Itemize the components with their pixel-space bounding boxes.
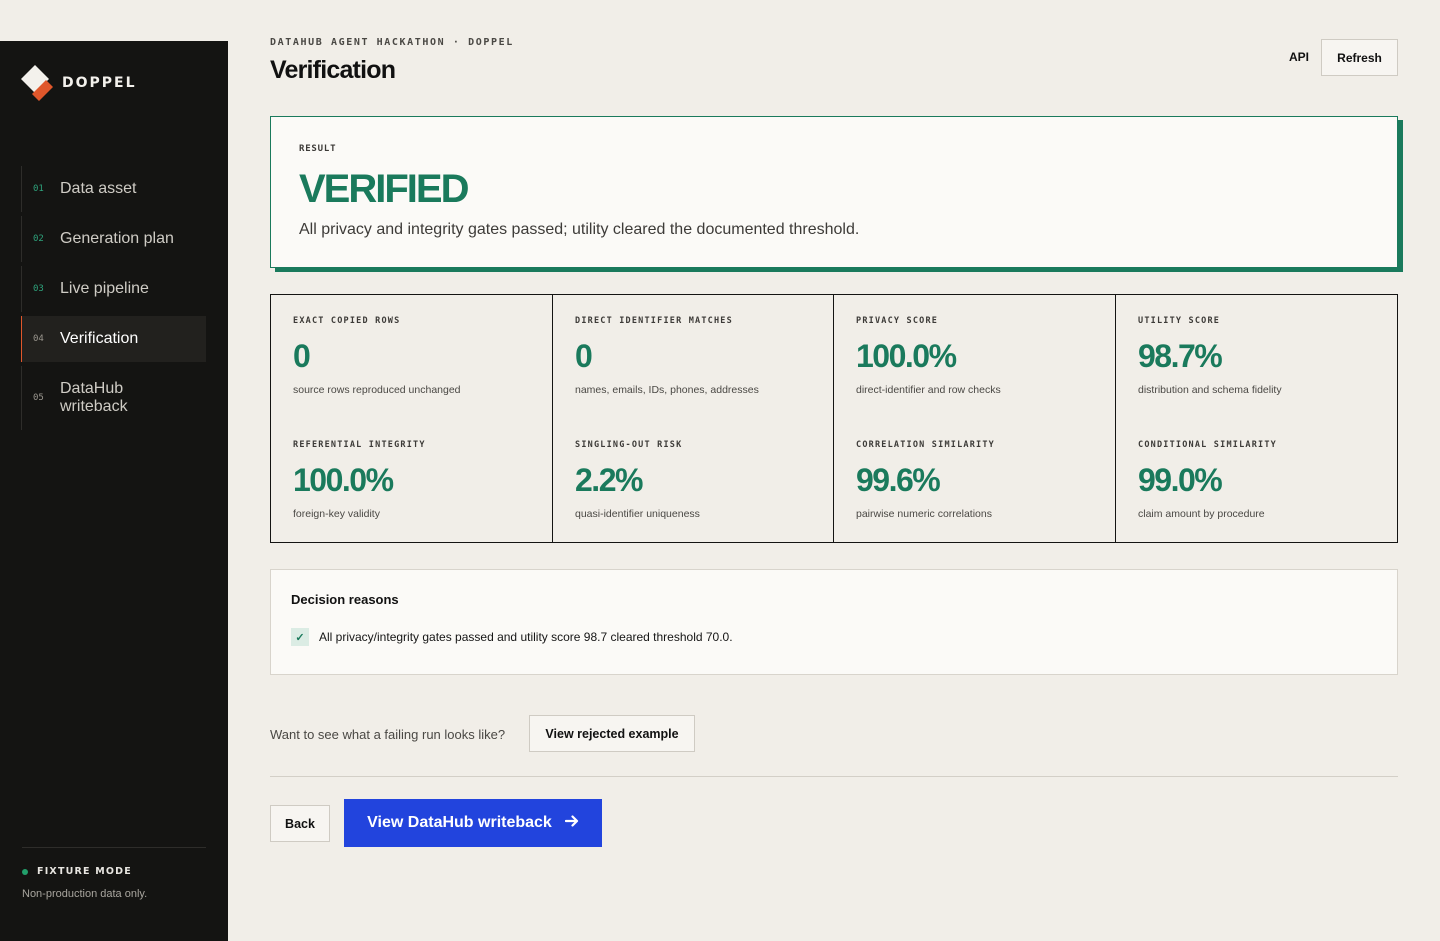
- metric-description: foreign-key validity: [293, 508, 380, 520]
- sidebar-item-label: Live pipeline: [60, 280, 149, 297]
- metric-value: 100.0%: [293, 462, 394, 498]
- metric-value: 99.6%: [856, 462, 941, 498]
- sidebar-item-generation-plan[interactable]: 02 Generation plan: [21, 216, 206, 262]
- metric-direct-identifier-matches: DIRECT IDENTIFIER MATCHES 0 names, email…: [553, 295, 834, 419]
- metric-label: REFERENTIAL INTEGRITY: [293, 440, 426, 450]
- sidebar-item-number: 05: [33, 393, 44, 403]
- fixture-mode-label: FIXTURE MODE: [37, 866, 132, 877]
- sidebar-item-label: DataHub writeback: [60, 380, 128, 415]
- metric-label: EXACT COPIED ROWS: [293, 316, 401, 326]
- sidebar-item-number: 01: [33, 184, 44, 194]
- metric-description: source rows reproduced unchanged: [293, 384, 461, 396]
- metric-label: DIRECT IDENTIFIER MATCHES: [575, 316, 733, 326]
- metrics-grid: EXACT COPIED ROWS 0 source rows reproduc…: [270, 294, 1398, 543]
- list-item: ✓ All privacy/integrity gates passed and…: [291, 628, 733, 646]
- sidebar-item-label: Verification: [60, 330, 139, 347]
- metric-description: distribution and schema fidelity: [1138, 384, 1282, 396]
- metric-label: CORRELATION SIMILARITY: [856, 440, 995, 450]
- metric-label: PRIVACY SCORE: [856, 316, 939, 326]
- status-dot-icon: [22, 868, 28, 875]
- sidebar-item-verification[interactable]: 04 Verification: [21, 316, 206, 362]
- result-description: All privacy and integrity gates passed; …: [299, 221, 860, 238]
- sidebar-item-live-pipeline[interactable]: 03 Live pipeline: [21, 266, 206, 312]
- metric-label: SINGLING-OUT RISK: [575, 440, 683, 450]
- metric-conditional-similarity: CONDITIONAL SIMILARITY 99.0% claim amoun…: [1116, 419, 1399, 543]
- sidebar-item-number: 03: [33, 284, 44, 294]
- metric-value: 100.0%: [856, 338, 957, 374]
- metric-referential-integrity: REFERENTIAL INTEGRITY 100.0% foreign-key…: [271, 419, 553, 543]
- back-button[interactable]: Back: [270, 805, 330, 842]
- metric-label: CONDITIONAL SIMILARITY: [1138, 440, 1277, 450]
- result-card: RESULT VERIFIED All privacy and integrit…: [270, 116, 1398, 268]
- decision-reasons-panel: Decision reasons ✓ All privacy/integrity…: [270, 569, 1398, 675]
- doppel-logo-icon: [17, 65, 53, 101]
- arrow-right-icon: [564, 814, 579, 832]
- metric-correlation-similarity: CORRELATION SIMILARITY 99.6% pairwise nu…: [834, 419, 1116, 543]
- failing-run-prompt: Want to see what a failing run looks lik…: [270, 727, 506, 742]
- view-datahub-writeback-button[interactable]: View DataHub writeback: [344, 799, 602, 847]
- metric-description: quasi-identifier uniqueness: [575, 508, 700, 520]
- metric-description: names, emails, IDs, phones, addresses: [575, 384, 759, 396]
- sidebar: DOPPEL 01 Data asset 02 Generation plan …: [0, 41, 228, 941]
- metric-value: 99.0%: [1138, 462, 1223, 498]
- sidebar-item-data-asset[interactable]: 01 Data asset: [21, 166, 206, 212]
- fixture-mode-note: Non-production data only.: [22, 888, 148, 900]
- sidebar-item-label: Data asset: [60, 180, 137, 197]
- metric-value: 98.7%: [1138, 338, 1223, 374]
- sidebar-nav: 01 Data asset 02 Generation plan 03 Live…: [21, 166, 206, 434]
- result-status: VERIFIED: [299, 167, 469, 211]
- view-rejected-example-button[interactable]: View rejected example: [529, 715, 695, 752]
- metric-privacy-score: PRIVACY SCORE 100.0% direct-identifier a…: [834, 295, 1116, 419]
- sidebar-item-datahub-writeback[interactable]: 05 DataHub writeback: [21, 366, 206, 430]
- metric-value: 0: [575, 338, 593, 374]
- divider: [270, 776, 1398, 777]
- metric-utility-score: UTILITY SCORE 98.7% distribution and sch…: [1116, 295, 1399, 419]
- breadcrumb: DATAHUB AGENT HACKATHON · DOPPEL: [270, 37, 514, 48]
- metric-exact-copied-rows: EXACT COPIED ROWS 0 source rows reproduc…: [271, 295, 553, 419]
- sidebar-footer: FIXTURE MODE Non-production data only.: [22, 847, 206, 900]
- sidebar-item-number: 02: [33, 234, 44, 244]
- primary-button-label: View DataHub writeback: [367, 814, 552, 831]
- api-link[interactable]: API: [1289, 50, 1309, 64]
- check-icon: ✓: [291, 628, 309, 646]
- metric-description: direct-identifier and row checks: [856, 384, 1001, 396]
- sidebar-item-label: Generation plan: [60, 230, 174, 247]
- fixture-mode-row: FIXTURE MODE: [22, 866, 206, 877]
- refresh-button[interactable]: Refresh: [1321, 39, 1398, 76]
- page-title: Verification: [270, 56, 396, 84]
- result-label: RESULT: [299, 144, 337, 154]
- metric-label: UTILITY SCORE: [1138, 316, 1221, 326]
- reason-text: All privacy/integrity gates passed and u…: [319, 630, 733, 644]
- metric-value: 2.2%: [575, 462, 643, 498]
- metric-description: pairwise numeric correlations: [856, 508, 992, 520]
- decision-reasons-title: Decision reasons: [291, 592, 399, 607]
- metric-singling-out-risk: SINGLING-OUT RISK 2.2% quasi-identifier …: [553, 419, 834, 543]
- sidebar-item-number: 04: [33, 334, 44, 344]
- brand-name: DOPPEL: [62, 75, 137, 91]
- brand[interactable]: DOPPEL: [17, 65, 137, 101]
- metric-value: 0: [293, 338, 311, 374]
- metric-description: claim amount by procedure: [1138, 508, 1265, 520]
